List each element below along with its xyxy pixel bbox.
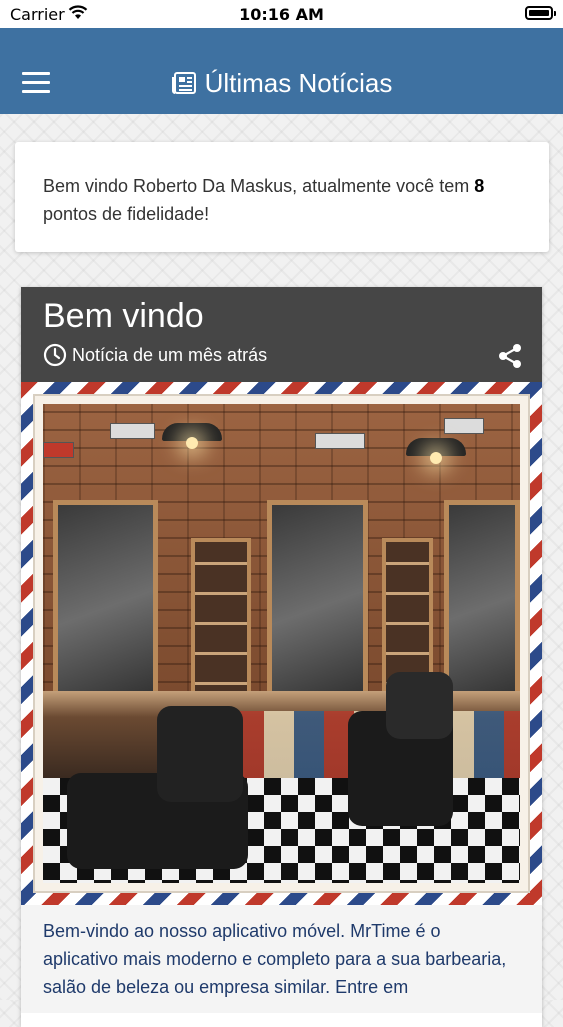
barbershop-photo: [43, 404, 520, 883]
status-bar: Carrier 10:16 AM: [0, 0, 563, 28]
battery-icon: [525, 6, 556, 20]
page-title-container: Últimas Notícias: [0, 68, 563, 99]
loyalty-points-value: 8: [474, 176, 485, 196]
app-header: Últimas Notícias: [0, 28, 563, 114]
news-time-ago: Notícia de um mês atrás: [72, 344, 268, 365]
newspaper-icon: [171, 72, 196, 94]
clock-icon: [43, 343, 67, 367]
news-title: Bem vindo: [43, 297, 204, 335]
news-image[interactable]: [21, 382, 542, 905]
news-body-text: Bem-vindo ao nosso aplicativo móvel. MrT…: [21, 905, 542, 1013]
status-time: 10:16 AM: [239, 5, 324, 24]
share-icon[interactable]: [498, 343, 522, 369]
news-image-frame: [33, 394, 530, 893]
welcome-text-suffix: pontos de fidelidade!: [43, 204, 210, 224]
welcome-text: Bem vindo Roberto Da Maskus, atualmente …: [43, 176, 475, 196]
news-timestamp: Notícia de um mês atrás: [43, 343, 267, 367]
loyalty-points-card: Bem vindo Roberto Da Maskus, atualmente …: [15, 142, 549, 252]
page-title: Últimas Notícias: [204, 68, 393, 98]
news-card-header: Bem vindo Notícia de um mês atrás: [21, 287, 542, 382]
news-card[interactable]: Bem vindo Notícia de um mês atrás Bem-vi…: [21, 287, 542, 1027]
